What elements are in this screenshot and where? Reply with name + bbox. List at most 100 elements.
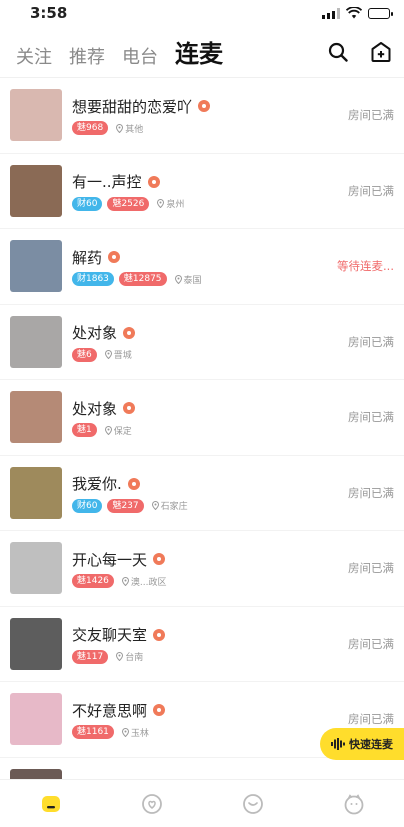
message-icon[interactable] xyxy=(241,792,265,816)
room-meta: 魅968 其他 xyxy=(72,121,348,136)
quick-connect-button[interactable]: 快速连麦 xyxy=(320,728,404,760)
room-location: 石家庄 xyxy=(151,499,188,513)
wealth-tag: 财1863 xyxy=(72,272,114,287)
room-info: 不好意思啊 魅1161 玉林 xyxy=(72,699,348,740)
location-pin-icon xyxy=(104,425,112,435)
room-row[interactable]: 想要甜甜的恋爱吖 魅968 其他 房间已满 xyxy=(0,78,404,154)
room-info: 我爱你. 财60 魅237 石家庄 xyxy=(72,473,348,513)
room-location: 泰国 xyxy=(174,273,202,286)
home-icon[interactable] xyxy=(39,792,63,816)
charm-tag: 魅12875 xyxy=(118,272,167,287)
wifi-icon xyxy=(346,7,362,19)
verified-badge-icon xyxy=(147,175,160,188)
nav-actions xyxy=(328,41,392,63)
room-row[interactable]: 解药 财1863 魅12875 泰国 等待连麦... xyxy=(0,229,404,305)
room-info: 处对象 魅1 保定 xyxy=(72,397,348,438)
location-pin-icon xyxy=(121,727,129,737)
verified-badge-icon xyxy=(153,628,166,641)
room-row[interactable]: 处对象 魅1 保定 房间已满 xyxy=(0,380,404,456)
battery-icon xyxy=(368,7,393,19)
room-title-line: 交友聊天室 xyxy=(72,624,348,646)
charm-tag: 魅1426 xyxy=(72,574,114,589)
room-title-line: 处对象 xyxy=(72,322,348,344)
top-nav: 关注 推荐 电台 连麦 xyxy=(0,26,404,78)
room-cover-image[interactable] xyxy=(10,240,62,293)
room-location: 其他 xyxy=(116,122,143,135)
room-row[interactable]: 开心每一天 魅1426 澳...政区 房间已满 xyxy=(0,531,404,607)
location-pin-icon xyxy=(151,501,159,511)
room-title: 交友聊天室 xyxy=(72,626,148,645)
room-title: 开心每一天 xyxy=(72,550,148,569)
tab-connect-mic[interactable]: 连麦 xyxy=(175,34,223,69)
room-row[interactable]: 处对象 魅6 晋城 房间已满 xyxy=(0,305,404,380)
system-icons xyxy=(322,7,393,19)
create-room-icon[interactable] xyxy=(370,41,392,63)
location-text: 澳...政区 xyxy=(130,577,167,588)
room-info: 开心每一天 魅1426 澳...政区 xyxy=(72,548,348,589)
room-info: 解药 财1863 魅12875 泰国 xyxy=(72,246,337,287)
verified-badge-icon xyxy=(127,477,140,490)
charm-tag: 魅1161 xyxy=(72,725,114,740)
tab-recommend[interactable]: 推荐 xyxy=(69,43,105,69)
room-info: 处对象 魅6 晋城 xyxy=(72,322,348,362)
room-status: 房间已满 xyxy=(348,334,394,349)
location-text: 其他 xyxy=(125,124,144,135)
quick-connect-label: 快速连麦 xyxy=(349,738,393,751)
tab-radio[interactable]: 电台 xyxy=(122,43,158,69)
room-meta: 魅117 台南 xyxy=(72,649,348,664)
room-cover-image[interactable] xyxy=(10,315,62,368)
room-row[interactable]: 有一..声控 财60 魅2526 泉州 房间已满 xyxy=(0,154,404,229)
room-cover-image[interactable] xyxy=(10,391,62,444)
room-cover-image[interactable] xyxy=(10,693,62,746)
room-title: 处对象 xyxy=(72,324,118,343)
heart-chat-icon[interactable] xyxy=(140,792,164,816)
charm-tag: 魅237 xyxy=(107,498,144,513)
room-location: 保定 xyxy=(104,424,132,437)
room-meta: 财60 魅237 石家庄 xyxy=(72,498,348,513)
location-text: 泉州 xyxy=(166,200,185,211)
profile-icon[interactable] xyxy=(342,792,366,816)
charm-tag: 魅117 xyxy=(72,649,109,664)
room-title: 不好意思啊 xyxy=(72,701,148,720)
verified-badge-icon xyxy=(153,704,166,717)
room-status: 房间已满 xyxy=(348,712,394,727)
room-meta: 魅1 保定 xyxy=(72,423,348,438)
room-title: 我爱你. xyxy=(72,475,122,494)
room-meta: 财60 魅2526 泉州 xyxy=(72,196,348,211)
status-time: 3:58 xyxy=(30,4,68,22)
room-location: 泉州 xyxy=(157,197,184,210)
room-status: 等待连麦... xyxy=(337,259,394,274)
signal-icon xyxy=(322,7,340,19)
room-cover-image[interactable] xyxy=(10,617,62,670)
room-title-line: 我爱你. xyxy=(72,473,348,495)
room-location: 玉林 xyxy=(121,726,149,739)
location-pin-icon xyxy=(121,576,129,586)
room-cover-image[interactable] xyxy=(10,542,62,595)
room-meta: 魅1161 玉林 xyxy=(72,725,348,740)
room-cover-image[interactable] xyxy=(10,89,62,142)
location-text: 保定 xyxy=(113,426,132,437)
search-icon[interactable] xyxy=(328,42,348,62)
room-row[interactable]: 我爱你. 财60 魅237 石家庄 房间已满 xyxy=(0,456,404,531)
location-pin-icon xyxy=(174,274,182,284)
room-title: 解药 xyxy=(72,248,103,267)
location-text: 泰国 xyxy=(183,275,202,286)
location-text: 石家庄 xyxy=(160,502,188,513)
room-cover-image[interactable] xyxy=(10,466,62,519)
room-row[interactable]: 交友聊天室 魅117 台南 房间已满 xyxy=(0,607,404,682)
room-info: 有一..声控 财60 魅2526 泉州 xyxy=(72,171,348,211)
room-cover-image[interactable] xyxy=(10,164,62,217)
room-meta: 魅6 晋城 xyxy=(72,347,348,362)
room-status: 房间已满 xyxy=(348,636,394,651)
room-location: 台南 xyxy=(116,650,143,663)
verified-badge-icon xyxy=(198,100,211,113)
charm-tag: 魅6 xyxy=(72,347,97,362)
room-title-line: 想要甜甜的恋爱吖 xyxy=(72,95,348,117)
location-pin-icon xyxy=(116,123,124,133)
room-info: 交友聊天室 魅117 台南 xyxy=(72,624,348,664)
sound-wave-icon xyxy=(331,738,345,750)
tab-follow[interactable]: 关注 xyxy=(16,43,52,69)
room-title: 处对象 xyxy=(72,399,118,418)
room-info: 想要甜甜的恋爱吖 魅968 其他 xyxy=(72,95,348,136)
room-status: 房间已满 xyxy=(348,485,394,500)
